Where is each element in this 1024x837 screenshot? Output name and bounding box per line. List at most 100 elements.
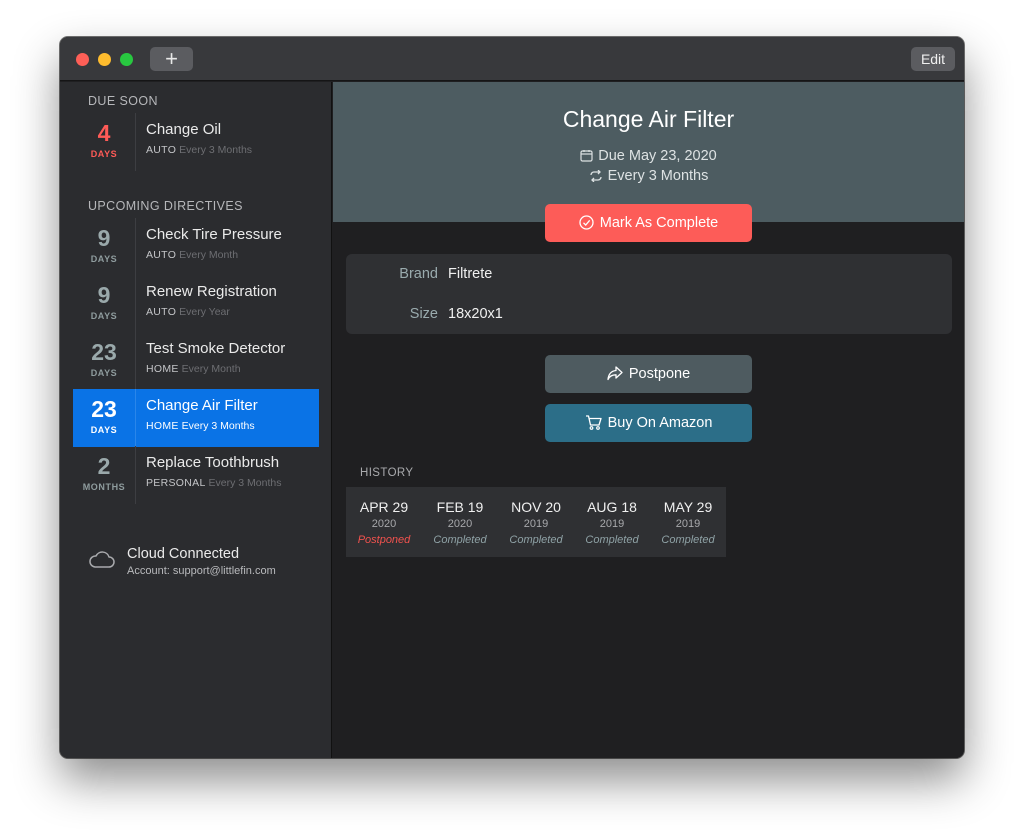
- repeat-interval-text: Every 3 Months: [607, 168, 709, 184]
- history-status: Completed: [433, 534, 487, 546]
- count-value: 9: [97, 225, 111, 251]
- item-frequency: Every Month: [181, 363, 241, 375]
- count-value: 2: [97, 453, 111, 479]
- mark-complete-label: Mark As Complete: [599, 215, 719, 231]
- detail-pane: Change Air Filter Due May 23, 2020 Every…: [333, 82, 964, 758]
- history-year: 2020: [447, 518, 473, 530]
- count-badge: 23 DAYS: [73, 389, 136, 447]
- item-frequency: Every 3 Months: [179, 144, 253, 156]
- add-button[interactable]: +: [150, 47, 193, 71]
- check-circle-icon: [579, 215, 594, 230]
- repeat-icon: [589, 169, 602, 183]
- item-subtitle: AUTO Every 3 Months: [146, 144, 252, 156]
- item-category: PERSONAL: [146, 477, 206, 489]
- cloud-status-title: Cloud Connected: [127, 546, 240, 562]
- item-subtitle: PERSONAL Every 3 Months: [146, 477, 281, 489]
- history-header: HISTORY: [360, 467, 414, 479]
- history-date: APR 29: [359, 499, 409, 515]
- due-date-text: Due May 23, 2020: [598, 148, 717, 164]
- app-window: + Edit DUE SOON 4 DAYS Change Oil AUTO E…: [60, 37, 964, 758]
- sidebar-item-change-air-filter[interactable]: 23 DAYS Change Air Filter HOME Every 3 M…: [73, 389, 319, 447]
- titlebar: + Edit: [60, 37, 964, 81]
- history-year: 2019: [675, 518, 701, 530]
- sidebar-item-change-oil[interactable]: 4 DAYS Change Oil AUTO Every 3 Months: [73, 113, 319, 171]
- history-status: Completed: [509, 534, 563, 546]
- item-subtitle: AUTO Every Month: [146, 249, 238, 261]
- history-status: Completed: [585, 534, 639, 546]
- sidebar-item-renew-registration[interactable]: 9 DAYS Renew Registration AUTO Every Yea…: [73, 275, 319, 333]
- item-subtitle: HOME Every 3 Months: [146, 420, 255, 432]
- history-list: APR 29 2020 Postponed FEB 19 2020 Comple…: [346, 487, 726, 557]
- upcoming-directives-header: UPCOMING DIRECTIVES: [88, 199, 243, 213]
- due-soon-header: DUE SOON: [88, 94, 158, 108]
- count-unit: DAYS: [90, 368, 118, 378]
- sidebar-item-check-tire-pressure[interactable]: 9 DAYS Check Tire Pressure AUTO Every Mo…: [73, 218, 319, 276]
- sidebar-item-test-smoke-detector[interactable]: 23 DAYS Test Smoke Detector HOME Every M…: [73, 332, 319, 390]
- buy-on-amazon-button[interactable]: Buy On Amazon: [545, 404, 752, 442]
- history-status: Postponed: [357, 534, 411, 546]
- item-frequency: Every Year: [179, 306, 230, 318]
- history-date: AUG 18: [587, 499, 637, 515]
- history-date: NOV 20: [511, 499, 561, 515]
- cloud-icon: [89, 551, 115, 568]
- history-entry: FEB 19 2020 Completed: [422, 487, 498, 557]
- minimize-window-button[interactable]: [98, 53, 111, 66]
- history-status: Completed: [661, 534, 715, 546]
- item-subtitle: HOME Every Month: [146, 363, 241, 375]
- history-entry: APR 29 2020 Postponed: [346, 487, 422, 557]
- count-value: 23: [91, 396, 117, 422]
- count-unit: DAYS: [90, 311, 118, 321]
- item-category: AUTO: [146, 306, 177, 318]
- cloud-account: Account: support@littlefin.com: [127, 565, 276, 577]
- history-year: 2019: [599, 518, 625, 530]
- count-badge: 23 DAYS: [73, 332, 136, 390]
- cloud-status[interactable]: Cloud Connected Account: support@littlef…: [88, 542, 328, 582]
- postpone-label: Postpone: [628, 366, 691, 382]
- item-title: Change Oil: [146, 121, 222, 138]
- history-date: FEB 19: [436, 499, 484, 515]
- item-title: Test Smoke Detector: [146, 340, 286, 357]
- count-unit: DAYS: [90, 425, 118, 435]
- detail-header: Change Air Filter Due May 23, 2020 Every…: [333, 82, 964, 222]
- history-year: 2019: [523, 518, 549, 530]
- item-title: Change Air Filter: [146, 397, 258, 414]
- count-unit: MONTHS: [82, 482, 126, 492]
- count-value: 23: [91, 339, 117, 365]
- count-unit: DAYS: [90, 254, 118, 264]
- item-title: Renew Registration: [146, 283, 277, 300]
- share-arrow-icon: [607, 366, 623, 381]
- item-frequency: Every 3 Months: [181, 420, 255, 432]
- close-window-button[interactable]: [76, 53, 89, 66]
- sidebar-item-replace-toothbrush[interactable]: 2 MONTHS Replace Toothbrush PERSONAL Eve…: [73, 446, 319, 504]
- history-year: 2020: [371, 518, 397, 530]
- item-title: Replace Toothbrush: [146, 454, 280, 471]
- item-category: HOME: [146, 363, 179, 375]
- count-badge: 2 MONTHS: [73, 446, 136, 504]
- item-frequency: Every 3 Months: [208, 477, 282, 489]
- detail-fields: Brand Filtrete Size 18x20x1: [346, 254, 952, 334]
- zoom-window-button[interactable]: [120, 53, 133, 66]
- field-label-size: Size: [409, 306, 438, 322]
- item-subtitle: AUTO Every Year: [146, 306, 230, 318]
- history-date: MAY 29: [663, 499, 713, 515]
- field-label-brand: Brand: [399, 266, 438, 282]
- count-badge: 4 DAYS: [73, 113, 136, 171]
- edit-button[interactable]: Edit: [911, 47, 955, 71]
- count-badge: 9 DAYS: [73, 218, 136, 276]
- buy-on-amazon-label: Buy On Amazon: [607, 415, 713, 431]
- count-value: 4: [97, 120, 111, 146]
- mark-complete-button[interactable]: Mark As Complete: [545, 204, 752, 242]
- item-title: Check Tire Pressure: [146, 226, 282, 243]
- item-category: AUTO: [146, 249, 177, 261]
- count-unit: DAYS: [90, 149, 118, 159]
- cart-icon: [585, 415, 602, 430]
- postpone-button[interactable]: Postpone: [545, 355, 752, 393]
- item-category: HOME: [146, 420, 179, 432]
- item-category: AUTO: [146, 144, 177, 156]
- calendar-icon: [580, 150, 593, 162]
- detail-title: Change Air Filter: [562, 106, 735, 132]
- due-date: Due May 23, 2020: [333, 148, 964, 164]
- history-entry: AUG 18 2019 Completed: [574, 487, 650, 557]
- field-value-size: 18x20x1: [448, 306, 503, 322]
- count-value: 9: [97, 282, 111, 308]
